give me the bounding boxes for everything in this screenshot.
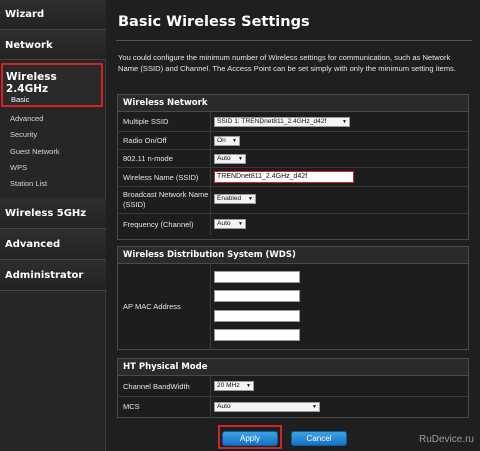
bandwidth-select[interactable]: 20 MHz ▼: [214, 381, 254, 391]
title-divider: [116, 40, 472, 41]
apply-button[interactable]: Apply: [222, 431, 278, 446]
wireless-network-header: Wireless Network: [118, 95, 468, 112]
broadcast-row: Broadcast Network Name (SSID) Enabled ▼: [118, 187, 468, 214]
main-content: Basic Wireless Settings You could config…: [106, 0, 480, 451]
wds-panel: Wireless Distribution System (WDS) AP MA…: [117, 246, 469, 350]
sidebar-item-label: Wireless 2.4GHz: [6, 71, 57, 95]
bandwidth-value: 20 MHz: [217, 382, 240, 389]
sidebar-subitem-station-list[interactable]: Station List: [10, 179, 47, 188]
bandwidth-label: Channel BandWidth: [123, 382, 190, 391]
n-mode-value: Auto: [217, 155, 231, 162]
bandwidth-row: Channel BandWidth 20 MHz ▼: [118, 376, 468, 397]
sidebar-item-wireless-5ghz[interactable]: Wireless 5GHz: [0, 198, 106, 229]
ht-physical-panel: HT Physical Mode Channel BandWidth 20 MH…: [117, 358, 469, 418]
chevron-down-icon: ▼: [342, 119, 347, 125]
chevron-down-icon: ▼: [312, 404, 317, 410]
wireless-name-label: Wireless Name (SSID): [123, 173, 199, 182]
sidebar-item-wizard[interactable]: Wizard: [0, 0, 106, 30]
multiple-ssid-select[interactable]: SSID 1: TRENDnet811_2.4GHz_d42f ▼: [214, 117, 350, 127]
ap-mac-input-4[interactable]: [214, 329, 300, 341]
wireless-name-input[interactable]: TRENDnet811_2.4GHz_d42f: [214, 171, 354, 183]
ht-physical-header: HT Physical Mode: [118, 359, 468, 376]
sidebar-subitem-basic[interactable]: Basic: [11, 95, 29, 104]
broadcast-select[interactable]: Enabled ▼: [214, 194, 256, 204]
wireless-name-row: Wireless Name (SSID) TRENDnet811_2.4GHz_…: [118, 168, 468, 187]
wds-header: Wireless Distribution System (WDS): [118, 247, 468, 264]
mcs-row: MCS Auto ▼: [118, 397, 468, 417]
n-mode-select[interactable]: Auto ▼: [214, 154, 246, 164]
sidebar-item-network[interactable]: Network: [0, 30, 106, 60]
wireless-network-panel: Wireless Network Multiple SSID SSID 1: T…: [117, 94, 469, 240]
n-mode-label: 802.11 n-mode: [123, 154, 173, 163]
multiple-ssid-label: Multiple SSID: [123, 117, 169, 126]
mcs-value: Auto: [217, 403, 231, 410]
radio-value: On: [217, 137, 226, 144]
ap-mac-input-2[interactable]: [214, 290, 300, 302]
multiple-ssid-value: SSID 1: TRENDnet811_2.4GHz_d42f: [217, 118, 327, 125]
watermark: RuDevice.ru: [418, 434, 474, 445]
multiple-ssid-row: Multiple SSID SSID 1: TRENDnet811_2.4GHz…: [118, 112, 468, 132]
page-description: You could configure the minimum number o…: [118, 53, 456, 73]
ap-mac-input-1[interactable]: [214, 271, 300, 283]
sidebar-subitem-guest-network[interactable]: Guest Network: [10, 147, 60, 156]
sidebar-item-wireless-24ghz[interactable]: Wireless 2.4GHz Basic: [1, 63, 103, 107]
page-title: Basic Wireless Settings: [118, 14, 310, 30]
channel-row: Frequency (Channel) Auto ▼: [118, 214, 468, 235]
ap-mac-input-3[interactable]: [214, 310, 300, 322]
broadcast-value: Enabled: [217, 195, 242, 202]
mcs-select[interactable]: Auto ▼: [214, 402, 320, 412]
ap-mac-row: AP MAC Address: [118, 264, 468, 350]
chevron-down-icon: ▼: [238, 156, 243, 162]
sidebar: Wizard Network Wireless 2.4GHz Basic Adv…: [0, 0, 106, 451]
chevron-down-icon: ▼: [246, 383, 251, 389]
radio-row: Radio On/Off On ▼: [118, 132, 468, 150]
chevron-down-icon: ▼: [248, 196, 253, 202]
channel-value: Auto: [217, 220, 231, 227]
radio-select[interactable]: On ▼: [214, 136, 240, 146]
sidebar-item-administrator[interactable]: Administrator: [0, 260, 106, 291]
channel-select[interactable]: Auto ▼: [214, 219, 246, 229]
chevron-down-icon: ▼: [238, 221, 243, 227]
n-mode-row: 802.11 n-mode Auto ▼: [118, 150, 468, 168]
radio-label: Radio On/Off: [123, 136, 167, 145]
mcs-label: MCS: [123, 402, 140, 411]
chevron-down-icon: ▼: [232, 138, 237, 144]
sidebar-subitem-advanced[interactable]: Advanced: [10, 114, 43, 123]
cancel-button[interactable]: Cancel: [291, 431, 347, 446]
sidebar-subitem-security[interactable]: Security: [10, 130, 37, 139]
sidebar-subitem-wps[interactable]: WPS: [10, 163, 27, 172]
broadcast-label: Broadcast Network Name (SSID): [123, 190, 209, 209]
channel-label: Frequency (Channel): [123, 220, 194, 229]
ap-mac-label: AP MAC Address: [123, 302, 181, 311]
sidebar-item-advanced[interactable]: Advanced: [0, 229, 106, 260]
